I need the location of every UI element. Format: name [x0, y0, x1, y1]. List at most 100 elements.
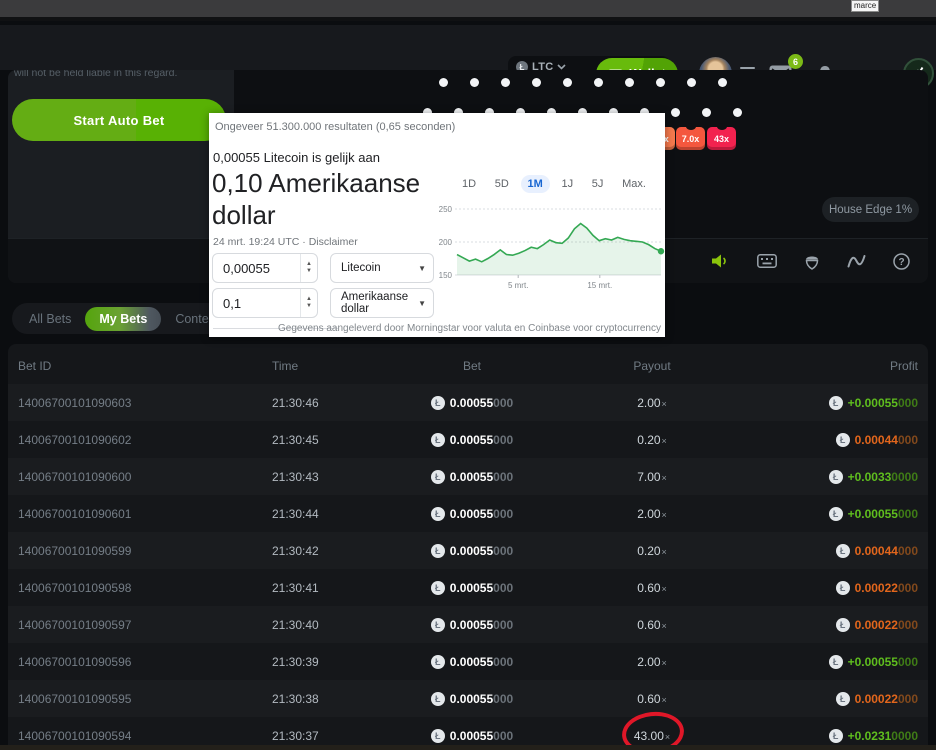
bet-payout: 7.00× [552, 470, 752, 484]
header-profit: Profit [752, 359, 928, 373]
bet-profit: Ł0.00022000 [752, 618, 928, 632]
ltc-coin-icon: Ł [431, 544, 445, 558]
peg [687, 78, 696, 87]
currency-from-select[interactable]: Litecoin▼ [330, 253, 434, 283]
bet-amount: Ł0.00055000 [392, 729, 552, 743]
range-tab-5d[interactable]: 5D [488, 175, 516, 193]
caret-down-icon: ▼ [418, 299, 426, 308]
table-row: 14006700101090598 21:30:41 Ł0.00055000 0… [8, 569, 928, 606]
bet-id[interactable]: 14006700101090599 [8, 544, 272, 558]
table-row: 14006700101090599 21:30:42 Ł0.00055000 0… [8, 532, 928, 569]
peg [501, 78, 510, 87]
ltc-coin-icon: Ł [431, 433, 445, 447]
site-header: Ł LTC 0.08936066 Wallet 6 [0, 25, 936, 70]
bet-profit: Ł0.00022000 [752, 581, 928, 595]
bet-id[interactable]: 14006700101090598 [8, 581, 272, 595]
conversion-result: 0,10 Amerikaanse dollar [212, 167, 452, 231]
bet-amount: Ł0.00055000 [392, 396, 552, 410]
tab-my-bets[interactable]: My Bets [85, 307, 161, 331]
results-count: Ongeveer 51.300.000 resultaten (0,65 sec… [215, 121, 455, 133]
notification-badge: 6 [788, 54, 803, 69]
bet-id[interactable]: 14006700101090597 [8, 618, 272, 632]
username-tag: marce [851, 0, 879, 12]
header-bet-id: Bet ID [8, 359, 272, 373]
tab-all-bets[interactable]: All Bets [15, 307, 85, 331]
screenshot-root: marce Ł LTC 0.08936066 Wallet 6 [0, 0, 936, 750]
bet-time: 21:30:37 [272, 729, 392, 743]
peg [594, 78, 603, 87]
peg [656, 78, 665, 87]
bet-time: 21:30:43 [272, 470, 392, 484]
bet-profit: Ł0.00022000 [752, 692, 928, 706]
bet-id[interactable]: 14006700101090602 [8, 433, 272, 447]
sound-icon[interactable] [711, 253, 730, 269]
range-tab-1m[interactable]: 1M [521, 175, 550, 193]
bet-amount: Ł0.00055000 [392, 470, 552, 484]
table-row: 14006700101090596 21:30:39 Ł0.00055000 2… [8, 643, 928, 680]
bet-time: 21:30:38 [272, 692, 392, 706]
live-stats-icon[interactable] [847, 254, 866, 268]
range-tab-5j[interactable]: 5J [585, 175, 611, 193]
range-tab-1j[interactable]: 1J [554, 175, 580, 193]
ltc-coin-icon: Ł [431, 470, 445, 484]
peg [733, 108, 742, 117]
table-row: 14006700101090601 21:30:44 Ł0.00055000 2… [8, 495, 928, 532]
spinner-control[interactable]: ▲▼ [300, 254, 317, 282]
chart-range-tabs: 1D 5D 1M1J 5JMax. [455, 175, 653, 193]
bet-id[interactable]: 14006700101090600 [8, 470, 272, 484]
ltc-coin-icon: Ł [431, 507, 445, 521]
help-icon[interactable]: ? [893, 253, 910, 270]
bet-payout: 0.60× [552, 581, 752, 595]
conversion-label: 0,00055 Litecoin is gelijk aan [213, 150, 380, 165]
bet-profit: Ł+0.00330000 [752, 470, 928, 484]
bet-time: 21:30:46 [272, 396, 392, 410]
caret-down-icon: ▼ [418, 264, 426, 273]
ltc-coin-icon: Ł [829, 470, 843, 484]
bet-profit: Ł+0.00055000 [752, 396, 928, 410]
svg-text:?: ? [898, 257, 904, 268]
table-row: 14006700101090603 21:30:46 Ł0.00055000 2… [8, 384, 928, 421]
bet-payout: 0.20× [552, 544, 752, 558]
bet-time: 21:30:41 [272, 581, 392, 595]
ltc-coin-icon: Ł [431, 692, 445, 706]
bet-id[interactable]: 14006700101090603 [8, 396, 272, 410]
table-row: 14006700101090602 21:30:45 Ł0.00055000 0… [8, 421, 928, 458]
house-edge-badge: House Edge 1% [822, 197, 919, 222]
amount-from-input[interactable]: 0,00055 ▲▼ [212, 253, 318, 283]
amount-to-input[interactable]: 0,1 ▲▼ [212, 288, 318, 318]
peg [625, 78, 634, 87]
spinner-control[interactable]: ▲▼ [300, 289, 317, 317]
svg-text:250: 250 [439, 205, 453, 214]
ltc-coin-icon: Ł [829, 655, 843, 669]
ltc-coin-icon: Ł [829, 396, 843, 410]
table-header-row: Bet ID Time Bet Payout Profit [8, 344, 928, 384]
bet-id[interactable]: 14006700101090595 [8, 692, 272, 706]
disclaimer-link[interactable]: Disclaimer [309, 236, 358, 248]
bet-id[interactable]: 14006700101090594 [8, 729, 272, 743]
ltc-coin-icon: Ł [836, 544, 850, 558]
range-tab-max[interactable]: Max. [615, 175, 653, 193]
start-auto-bet-button[interactable]: Start Auto Bet [12, 99, 226, 141]
bet-payout: 0.20× [552, 433, 752, 447]
bet-profit: Ł0.00044000 [752, 544, 928, 558]
ltc-coin-icon: Ł [431, 729, 445, 743]
range-tab-1d[interactable]: 1D [455, 175, 483, 193]
table-row: 14006700101090600 21:30:43 Ł0.00055000 7… [8, 458, 928, 495]
peg [470, 78, 479, 87]
currency-to-select[interactable]: Amerikaanse dollar▼ [330, 288, 434, 318]
bet-time: 21:30:42 [272, 544, 392, 558]
fairness-acorn-icon[interactable] [804, 253, 820, 270]
bet-id[interactable]: 14006700101090596 [8, 655, 272, 669]
svg-text:150: 150 [439, 271, 453, 280]
table-row: 14006700101090597 21:30:40 Ł0.00055000 0… [8, 606, 928, 643]
ltc-coin-icon: Ł [836, 618, 850, 632]
ltc-coin-icon: Ł [836, 581, 850, 595]
data-attribution: Gegevens aangeleverd door Morningstar vo… [278, 323, 661, 334]
bet-id[interactable]: 14006700101090601 [8, 507, 272, 521]
hotkeys-keyboard-icon[interactable] [757, 254, 777, 268]
bottom-edge-strip [0, 745, 936, 750]
bet-amount: Ł0.00055000 [392, 581, 552, 595]
header-bet: Bet [392, 359, 552, 373]
bet-amount: Ł0.00055000 [392, 692, 552, 706]
peg [671, 108, 680, 117]
